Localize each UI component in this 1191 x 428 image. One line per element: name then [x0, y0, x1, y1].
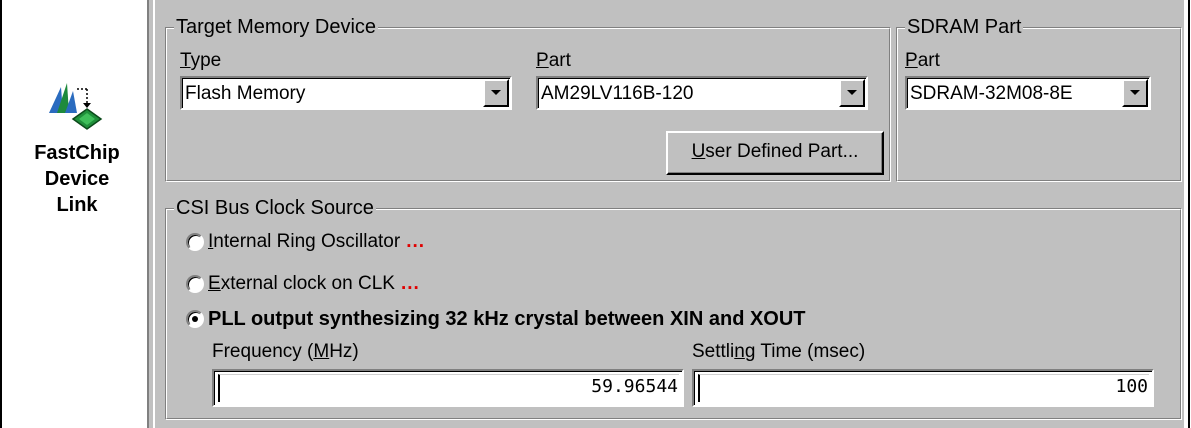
type-dropdown-button[interactable] — [483, 79, 509, 107]
target-memory-group: Target Memory Device Type Flash Memory P… — [165, 15, 891, 182]
radio-selected-dot — [192, 316, 198, 322]
radio-label: PLL output synthesizing 32 kHz crystal b… — [208, 308, 806, 330]
type-combo[interactable]: Flash Memory — [180, 76, 512, 110]
part-dropdown-button[interactable] — [839, 79, 865, 107]
radio-button[interactable] — [186, 233, 204, 251]
radio-button[interactable] — [186, 275, 204, 293]
clock-source-title: CSI Bus Clock Source — [174, 196, 376, 220]
app-sidebar: FastChip Device Link — [2, 0, 147, 428]
part-combo[interactable]: AM29LV116B-120 — [536, 76, 868, 110]
target-memory-title: Target Memory Device — [174, 15, 379, 39]
app-caption-line1: FastChip — [34, 142, 120, 164]
user-defined-part-button[interactable]: User Defined Part... — [666, 131, 884, 175]
chevron-down-icon — [1130, 90, 1140, 95]
sdram-part-group: SDRAM Part Part SDRAM-32M08-8E — [896, 15, 1182, 182]
sdram-part-label: Part — [905, 50, 940, 71]
app-caption-line2: Device — [44, 168, 110, 190]
type-combo-value: Flash Memory — [185, 83, 306, 104]
part-combo-value: AM29LV116B-120 — [541, 83, 694, 104]
settling-time-value: 100 — [1115, 376, 1148, 397]
dialog-inner: Target Memory Device Type Flash Memory P… — [153, 0, 1182, 428]
type-label: Type — [180, 50, 222, 71]
settling-time-field[interactable]: 100 — [692, 369, 1154, 407]
more-options-dots: ... — [406, 231, 426, 252]
sdram-part-dropdown-button[interactable] — [1122, 79, 1148, 107]
frequency-value: 59.96544 — [591, 376, 678, 397]
chevron-down-icon — [491, 90, 501, 95]
sdram-part-combo-value: SDRAM-32M08-8E — [910, 83, 1073, 104]
app-caption: FastChip Device Link — [12, 140, 142, 218]
chevron-down-icon — [847, 90, 857, 95]
radio-label: External clock on CLK... — [208, 273, 420, 294]
app-caption-line3: Link — [56, 194, 98, 216]
sdram-part-combo[interactable]: SDRAM-32M08-8E — [905, 76, 1151, 110]
part-label: Part — [536, 50, 571, 71]
radio-label: Internal Ring Oscillator... — [208, 231, 426, 252]
sdram-part-title: SDRAM Part — [905, 15, 1024, 39]
fastchip-device-link-icon — [49, 83, 103, 130]
frequency-field[interactable]: 59.96544 — [212, 369, 684, 407]
radio-button-selected[interactable] — [186, 310, 204, 328]
frequency-label: Frequency (MHz) — [212, 341, 359, 362]
dialog-area: Target Memory Device Type Flash Memory P… — [147, 0, 1184, 428]
clock-source-group: CSI Bus Clock Source Internal Ring Oscil… — [165, 196, 1182, 420]
settling-time-label: Settling Time (msec) — [692, 341, 866, 362]
more-options-dots: ... — [400, 273, 420, 294]
